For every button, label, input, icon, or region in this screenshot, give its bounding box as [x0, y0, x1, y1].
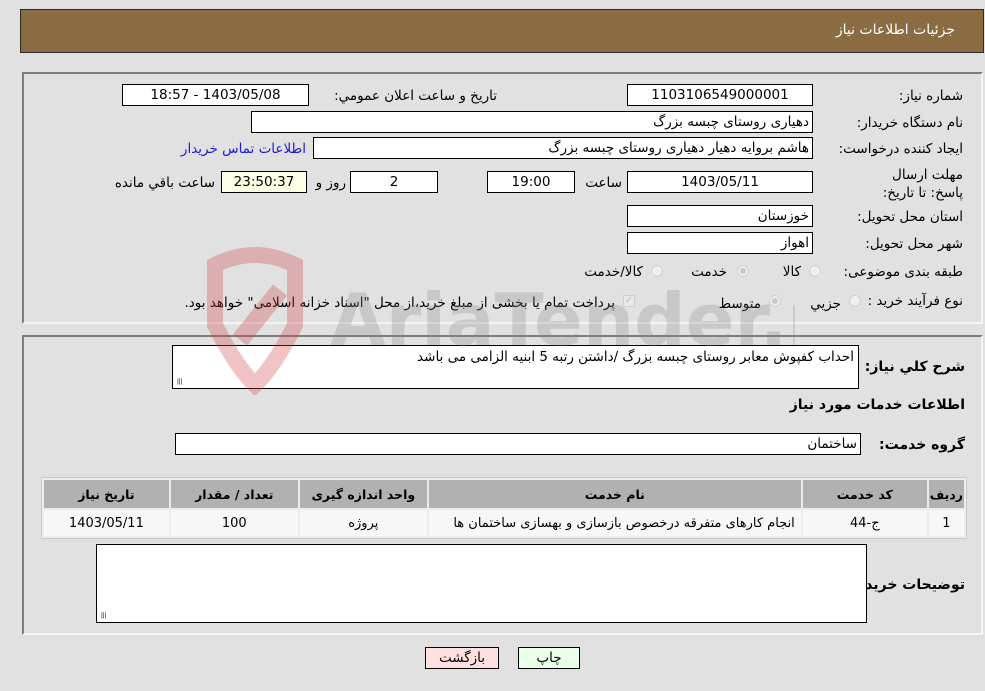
- category-goods-service-radio[interactable]: [651, 265, 663, 277]
- cell-row-number: 1: [928, 510, 964, 536]
- need-number-field: 1103106549000001: [627, 84, 813, 106]
- creator-label: ایجاد کننده درخواست:: [838, 141, 963, 157]
- services-table: ردیف کد خدمت نام خدمت واحد اندازه گیری ت…: [41, 477, 967, 539]
- buyer-org-label: نام دستگاه خریدار:: [856, 115, 963, 131]
- table-row: 1 ج-44 انجام کارهای متفرقه درخصوص بازساز…: [44, 510, 964, 536]
- days-label: روز و: [315, 175, 346, 191]
- category-goods-service-label: کالا/خدمت: [584, 264, 643, 280]
- buyer-org-field: دهیاری روستای چبسه بزرگ: [251, 111, 813, 133]
- description-label: شرح کلي نیاز:: [864, 359, 965, 375]
- remaining-time-field: 23:50:37: [221, 171, 307, 193]
- print-button[interactable]: چاپ: [518, 647, 580, 669]
- cell-service-code: ج-44: [802, 510, 927, 536]
- cell-quantity: 100: [170, 510, 298, 536]
- cell-unit: پروژه: [299, 510, 427, 536]
- description-textarea[interactable]: احداب کفپوش معابر روستای چبسه بزرگ /داشت…: [172, 345, 859, 389]
- col-service-code: کد خدمت: [802, 480, 927, 508]
- category-label: طبقه بندی موضوعی:: [843, 264, 963, 280]
- col-unit: واحد اندازه گیری: [299, 480, 427, 508]
- remaining-time-label: ساعت باقي مانده: [114, 175, 215, 191]
- need-info-panel: شماره نیاز: 1103106549000001 تاریخ و ساع…: [22, 72, 983, 324]
- process-type-label: نوع فرآیند خرید :: [867, 293, 963, 309]
- col-quantity: تعداد / مقدار: [170, 480, 298, 508]
- service-group-field: ساختمان: [175, 433, 861, 455]
- col-row-number: ردیف: [928, 480, 964, 508]
- cell-service-name: انجام کارهای متفرقه درخصوص بازسازی و بهس…: [428, 510, 801, 536]
- resize-grip-icon[interactable]: ≡: [174, 377, 185, 385]
- description-text: احداب کفپوش معابر روستای چبسه بزرگ /داشت…: [417, 349, 854, 365]
- cell-need-date: 1403/05/11: [44, 510, 169, 536]
- services-heading: اطلاعات خدمات مورد نیاز: [789, 397, 965, 413]
- city-label: شهر محل تحویل:: [865, 236, 963, 252]
- deadline-hour-label: ساعت: [585, 175, 622, 191]
- category-goods-label: کالا: [782, 264, 801, 280]
- buyer-notes-textarea[interactable]: ≡: [96, 544, 867, 623]
- creator-field: هاشم بروایه دهیار دهیاری روستای چبسه بزر…: [313, 137, 813, 159]
- treasury-checkbox-label: پرداخت تمام یا بخشی از مبلغ خرید،از محل …: [184, 295, 615, 311]
- treasury-checkbox[interactable]: ✓: [623, 295, 635, 307]
- announce-date-label: تاریخ و ساعت اعلان عمومي:: [334, 88, 497, 104]
- city-field: اهواز: [627, 232, 813, 254]
- announce-date-field: 1403/05/08 - 18:57: [122, 84, 309, 106]
- deadline-label: مهلت ارسال پاسخ: تا تاریخ:: [882, 167, 963, 201]
- service-group-label: گروه خدمت:: [879, 437, 965, 453]
- buyer-contact-link[interactable]: اطلاعات تماس خریدار: [181, 141, 306, 157]
- process-medium-radio[interactable]: [769, 295, 781, 307]
- process-medium-label: متوسط: [718, 296, 761, 312]
- col-need-date: تاریخ نیاز: [44, 480, 169, 508]
- need-details-panel: شرح کلي نیاز: احداب کفپوش معابر روستای چ…: [22, 335, 983, 635]
- need-number-label: شماره نیاز:: [898, 88, 963, 104]
- deadline-date-field: 1403/05/11: [627, 171, 813, 193]
- category-goods-radio[interactable]: [809, 265, 821, 277]
- col-service-name: نام خدمت: [428, 480, 801, 508]
- process-minor-label: جزيي: [810, 296, 841, 312]
- back-button[interactable]: بازگشت: [425, 647, 499, 669]
- process-minor-radio[interactable]: [849, 295, 861, 307]
- page-title: جزئیات اطلاعات نیاز: [835, 22, 955, 38]
- resize-grip-icon[interactable]: ≡: [98, 611, 109, 619]
- deadline-time-field: 19:00: [487, 171, 575, 193]
- days-remaining-field: 2: [350, 171, 438, 193]
- page-header: جزئیات اطلاعات نیاز: [20, 9, 984, 53]
- category-service-radio[interactable]: [737, 265, 749, 277]
- category-service-label: خدمت: [691, 264, 727, 280]
- province-label: استان محل تحویل:: [857, 209, 963, 225]
- province-field: خوزستان: [627, 205, 813, 227]
- services-table-header: ردیف کد خدمت نام خدمت واحد اندازه گیری ت…: [44, 480, 964, 508]
